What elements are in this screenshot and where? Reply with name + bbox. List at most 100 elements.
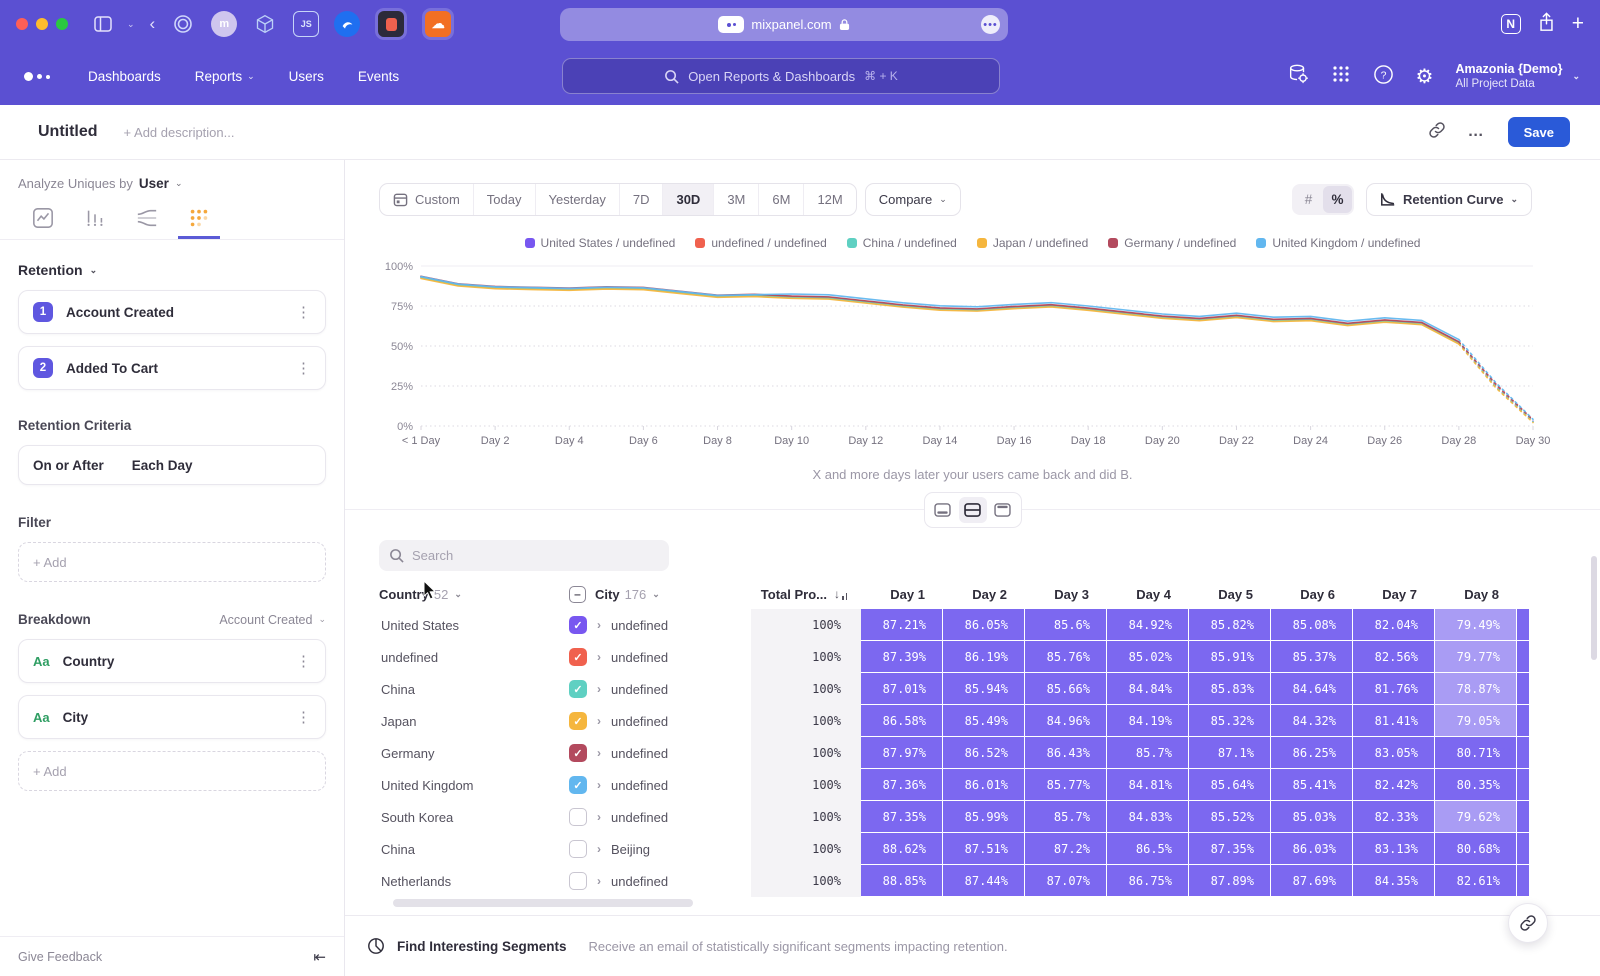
series-checkbox[interactable]: ✓: [569, 680, 587, 698]
new-tab-icon[interactable]: +: [1572, 12, 1584, 36]
row-city[interactable]: ›undefined: [569, 865, 751, 897]
share-icon[interactable]: [1538, 12, 1555, 37]
retention-chart[interactable]: 100%75%50%25%0%< 1 DayDay 2Day 4Day 6Day…: [373, 258, 1600, 463]
close-window-button[interactable]: [16, 18, 28, 30]
legend-item[interactable]: Germany / undefined: [1108, 236, 1236, 250]
breakdown-city[interactable]: Aa City ⋮: [18, 695, 326, 739]
retention-cell[interactable]: 85.37%: [1271, 641, 1353, 673]
date-range-custom[interactable]: Custom: [380, 184, 474, 215]
row-city[interactable]: ›Beijing: [569, 833, 751, 865]
vertical-scrollbar[interactable]: [1591, 556, 1597, 660]
chart-type-select[interactable]: Retention Curve⌄: [1366, 183, 1532, 216]
legend-item[interactable]: Japan / undefined: [977, 236, 1088, 250]
row-city[interactable]: ✓›undefined: [569, 673, 751, 705]
series-checkbox[interactable]: [569, 808, 587, 826]
retention-cell[interactable]: 87.97%: [861, 737, 943, 769]
add-description[interactable]: + Add description...: [124, 125, 235, 140]
retention-cell[interactable]: 87.21%: [861, 609, 943, 641]
zoom-window-button[interactable]: [56, 18, 68, 30]
row-country[interactable]: United Kingdom: [379, 769, 569, 801]
retention-cell[interactable]: 84.64%: [1271, 673, 1353, 705]
expand-row-icon[interactable]: ›: [597, 618, 601, 632]
column-header-day-3[interactable]: Day 3: [1025, 579, 1107, 609]
row-city[interactable]: ›undefined: [569, 801, 751, 833]
retention-cell[interactable]: 87.44%: [943, 865, 1025, 897]
analyze-entity-select[interactable]: User: [139, 176, 169, 191]
extension-target-icon[interactable]: [170, 11, 196, 37]
nav-events[interactable]: Events: [358, 69, 399, 84]
retention-cell[interactable]: 86.01%: [943, 769, 1025, 801]
retention-cell[interactable]: 84.32%: [1271, 705, 1353, 737]
table-search-input[interactable]: Search: [379, 540, 669, 571]
retention-cell[interactable]: 87.39%: [861, 641, 943, 673]
retention-cell[interactable]: 84.81%: [1107, 769, 1189, 801]
breakdown-scope-select[interactable]: Account Created⌄: [219, 613, 326, 627]
collapse-sidebar-icon[interactable]: ⇤: [313, 948, 326, 966]
interesting-segments-bar[interactable]: Find Interesting Segments Receive an ema…: [345, 915, 1600, 976]
kebab-menu-icon[interactable]: ⋮: [296, 359, 311, 377]
extension-reader-icon[interactable]: [375, 8, 407, 40]
retention-cell[interactable]: 85.32%: [1189, 705, 1271, 737]
retention-cell[interactable]: 86.43%: [1025, 737, 1107, 769]
retention-cell[interactable]: 84.92%: [1107, 609, 1189, 641]
retention-cell[interactable]: 83.13%: [1353, 833, 1435, 865]
tab-insights[interactable]: [22, 207, 64, 239]
extension-js-icon[interactable]: JS: [293, 11, 319, 37]
retention-cell[interactable]: 87.69%: [1271, 865, 1353, 897]
retention-cell[interactable]: 85.08%: [1271, 609, 1353, 641]
copy-link-icon[interactable]: [1428, 121, 1446, 144]
retention-cell[interactable]: 86.05%: [943, 609, 1025, 641]
retention-cell[interactable]: 86.75%: [1107, 865, 1189, 897]
retention-cell[interactable]: 85.64%: [1189, 769, 1271, 801]
row-country[interactable]: United States: [379, 609, 569, 641]
give-feedback-link[interactable]: Give Feedback: [18, 950, 102, 964]
address-bar[interactable]: mixpanel.com •••: [560, 8, 1008, 41]
row-country[interactable]: Japan: [379, 705, 569, 737]
project-switcher[interactable]: Amazonia {Demo}All Project Data ⌄: [1455, 62, 1580, 92]
retention-step-1[interactable]: 1 Account Created ⋮: [18, 290, 326, 334]
retention-cell[interactable]: 81.41%: [1353, 705, 1435, 737]
save-button[interactable]: Save: [1508, 117, 1570, 147]
column-header-day-1[interactable]: Day 1: [861, 579, 943, 609]
extension-cube-icon[interactable]: [252, 11, 278, 37]
kebab-menu-icon[interactable]: ⋮: [296, 652, 311, 670]
expand-row-icon[interactable]: ›: [597, 810, 601, 824]
retention-cell[interactable]: 85.82%: [1189, 609, 1271, 641]
retention-cell[interactable]: 85.94%: [943, 673, 1025, 705]
retention-cell[interactable]: 84.19%: [1107, 705, 1189, 737]
retention-cell[interactable]: 87.35%: [861, 801, 943, 833]
nav-dashboards[interactable]: Dashboards: [88, 69, 161, 84]
apps-grid-icon[interactable]: [1331, 64, 1351, 89]
row-country[interactable]: undefined: [379, 641, 569, 673]
retention-cell[interactable]: 85.02%: [1107, 641, 1189, 673]
series-checkbox[interactable]: [569, 840, 587, 858]
retention-cell[interactable]: 85.83%: [1189, 673, 1271, 705]
extension-cloud-icon[interactable]: ☁: [422, 8, 454, 40]
retention-cell[interactable]: 85.91%: [1189, 641, 1271, 673]
retention-cell[interactable]: 87.36%: [861, 769, 943, 801]
series-checkbox[interactable]: ✓: [569, 744, 587, 762]
retention-cell[interactable]: 85.99%: [943, 801, 1025, 833]
extension-m-icon[interactable]: m: [211, 11, 237, 37]
retention-cell[interactable]: 86.25%: [1271, 737, 1353, 769]
column-header-day-4[interactable]: Day 4: [1107, 579, 1189, 609]
add-breakdown-button[interactable]: + Add: [18, 751, 326, 791]
retention-cell[interactable]: 85.03%: [1271, 801, 1353, 833]
tab-flows[interactable]: [126, 207, 168, 239]
browser-sidebar-icon[interactable]: [94, 16, 112, 32]
row-city[interactable]: ✓›undefined: [569, 641, 751, 673]
date-range-30d[interactable]: 30D: [663, 184, 714, 215]
column-header-day-2[interactable]: Day 2: [943, 579, 1025, 609]
retention-cell[interactable]: 85.7%: [1107, 737, 1189, 769]
series-checkbox[interactable]: ✓: [569, 648, 587, 666]
row-country[interactable]: China: [379, 833, 569, 865]
expand-row-icon[interactable]: ›: [597, 714, 601, 728]
retention-cell[interactable]: 85.49%: [943, 705, 1025, 737]
retention-cell[interactable]: 85.77%: [1025, 769, 1107, 801]
retention-step-2[interactable]: 2 Added To Cart ⋮: [18, 346, 326, 390]
retention-cell[interactable]: 82.33%: [1353, 801, 1435, 833]
row-city[interactable]: ✓›undefined: [569, 737, 751, 769]
column-header-total[interactable]: Total Pro...↓: [751, 579, 861, 609]
horizontal-scrollbar[interactable]: [393, 899, 693, 907]
mixpanel-logo[interactable]: [24, 72, 50, 81]
